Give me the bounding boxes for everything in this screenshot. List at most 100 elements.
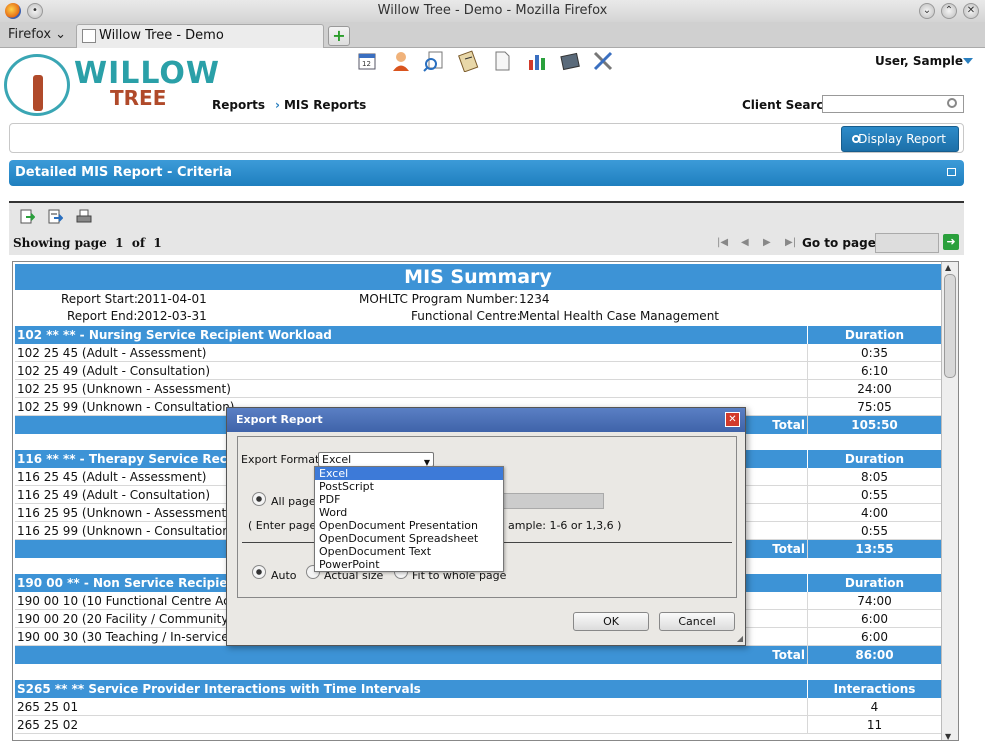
table-row: 265 25 01 4	[15, 698, 941, 716]
format-option-excel[interactable]: Excel	[315, 467, 503, 480]
section-value-header: Duration	[807, 450, 941, 468]
report-start-value: 2011-04-01	[137, 292, 207, 306]
report-scrollbar[interactable]: ▲ ▼	[941, 262, 958, 740]
first-page-icon[interactable]: |◀	[717, 237, 729, 249]
resize-grip-icon[interactable]: ◢	[737, 634, 743, 643]
user-icon[interactable]	[390, 50, 412, 72]
format-option-word[interactable]: Word	[315, 506, 503, 519]
row-label: 116 25 49 (Adult - Consultation)	[17, 488, 211, 502]
maximize-icon[interactable]: ⌃	[941, 3, 957, 19]
row-value: 74:00	[807, 592, 941, 610]
ok-button[interactable]: OK	[573, 612, 649, 631]
favicon-icon	[82, 29, 96, 43]
chevron-down-icon: ⌄	[55, 27, 67, 42]
scroll-up-icon[interactable]: ▲	[945, 263, 951, 272]
display-report-label: Display Report	[858, 132, 946, 146]
row-value: 0:55	[807, 522, 941, 540]
row-value: 4:00	[807, 504, 941, 522]
table-row: 265 25 02 11	[15, 716, 941, 734]
section-title: 116 ** ** - Therapy Service Recipi	[17, 452, 244, 466]
row-label: 116 25 45 (Adult - Assessment)	[17, 470, 207, 484]
row-label: 102 25 95 (Unknown - Assessment)	[17, 382, 231, 396]
row-value: 0:35	[807, 344, 941, 362]
close-window-icon[interactable]: ✕	[963, 3, 979, 19]
document-icon[interactable]	[491, 50, 513, 72]
section-value-header: Duration	[807, 326, 941, 344]
tools-icon[interactable]	[592, 50, 614, 72]
goto-page-input[interactable]	[875, 233, 939, 253]
row-value: 6:00	[807, 628, 941, 646]
criteria-panel-header[interactable]: Detailed MIS Report - Criteria	[9, 160, 964, 186]
arrow-right-icon: ➜	[946, 235, 956, 248]
svg-text:12: 12	[362, 60, 371, 68]
page-status: Showing page 1 of 1	[13, 236, 162, 250]
format-option-odp[interactable]: OpenDocument Presentation	[315, 519, 503, 532]
format-option-postscript[interactable]: PostScript	[315, 480, 503, 493]
search-doc-icon[interactable]	[423, 50, 445, 72]
current-page: 1	[115, 236, 124, 250]
bar-chart-icon[interactable]	[526, 50, 548, 72]
next-page-icon[interactable]: ▶	[763, 237, 775, 249]
total-label: Total	[772, 542, 805, 556]
row-label: 116 25 99 (Unknown - Consultation)	[17, 524, 235, 538]
goto-page-button[interactable]: ➜	[943, 234, 959, 250]
restore-icon[interactable]	[947, 168, 956, 176]
program-number-label: MOHLTC Program Number:	[359, 292, 519, 306]
new-tab-button[interactable]: +	[328, 26, 350, 46]
search-icon[interactable]	[947, 98, 957, 108]
section-title: S265 ** ** Service Provider Interactions…	[17, 682, 421, 696]
report-toolbar: Showing page 1 of 1 |◀ ◀ ▶ ▶| Go to page…	[9, 203, 964, 255]
close-icon[interactable]: ✕	[725, 412, 740, 427]
export-format-select[interactable]: Excel ▼	[318, 452, 434, 467]
total-value: 105:50	[807, 416, 941, 434]
export-format-dropdown: Excel PostScript PDF Word OpenDocument P…	[314, 466, 504, 572]
minimize-icon[interactable]: ⌄	[919, 3, 935, 19]
clipboard-icon[interactable]	[457, 50, 479, 72]
format-option-ods[interactable]: OpenDocument Spreadsheet	[315, 532, 503, 545]
row-value: 4	[807, 698, 941, 716]
client-search-input[interactable]	[822, 95, 964, 113]
client-search-label: Client Search	[742, 98, 833, 112]
format-option-odt[interactable]: OpenDocument Text	[315, 545, 503, 558]
user-menu[interactable]: User, Sample	[875, 54, 963, 68]
breadcrumb-reports[interactable]: Reports	[212, 98, 265, 112]
tab-willow-tree[interactable]: Willow Tree - Demo	[76, 24, 324, 48]
cancel-button[interactable]: Cancel	[659, 612, 735, 631]
auto-radio[interactable]	[252, 565, 266, 579]
tab-strip: Firefox ⌄ Willow Tree - Demo +	[0, 22, 985, 48]
all-pages-radio[interactable]	[252, 492, 266, 506]
format-option-powerpoint[interactable]: PowerPoint	[315, 558, 503, 571]
row-value: 24:00	[807, 380, 941, 398]
functional-centre-label: Functional Centre:	[411, 309, 521, 323]
export-icon[interactable]	[19, 209, 35, 225]
print-icon[interactable]	[76, 209, 92, 225]
export-data-icon[interactable]	[47, 209, 63, 225]
total-label: Total	[772, 418, 805, 432]
window-menu-icon[interactable]: •	[27, 3, 43, 19]
book-icon[interactable]	[559, 50, 581, 72]
user-dropdown-caret-icon[interactable]	[963, 58, 973, 64]
program-number-value: 1234	[519, 292, 550, 306]
format-option-pdf[interactable]: PDF	[315, 493, 503, 506]
scrollbar-thumb[interactable]	[944, 274, 956, 378]
page-range-input[interactable]	[498, 493, 604, 509]
total-row: Total 86:00	[15, 646, 941, 664]
section-title: 102 ** ** - Nursing Service Recipient Wo…	[17, 328, 332, 342]
row-label: 102 25 99 (Unknown - Consultation)	[17, 400, 235, 414]
of-label: of	[131, 236, 146, 250]
display-report-button[interactable]: Display Report	[841, 126, 959, 152]
breadcrumb-mis-reports[interactable]: MIS Reports	[284, 98, 366, 112]
table-row: 102 25 49 (Adult - Consultation) 6:10	[15, 362, 941, 380]
selected-format: Excel	[322, 453, 352, 466]
total-value: 86:00	[807, 646, 941, 664]
section-value-header: Duration	[807, 574, 941, 592]
prev-page-icon[interactable]: ◀	[741, 237, 753, 249]
window-titlebar: • Willow Tree - Demo - Mozilla Firefox ⌄…	[0, 0, 985, 22]
calendar-icon[interactable]: 12	[356, 50, 378, 72]
scroll-down-icon[interactable]: ▼	[945, 732, 951, 740]
row-value: 11	[807, 716, 941, 734]
willow-tree-logo[interactable]: WILLOW TREE	[4, 50, 219, 116]
last-page-icon[interactable]: ▶|	[785, 237, 797, 249]
total-label: Total	[772, 648, 805, 662]
firefox-menu-button[interactable]: Firefox ⌄	[8, 27, 66, 42]
